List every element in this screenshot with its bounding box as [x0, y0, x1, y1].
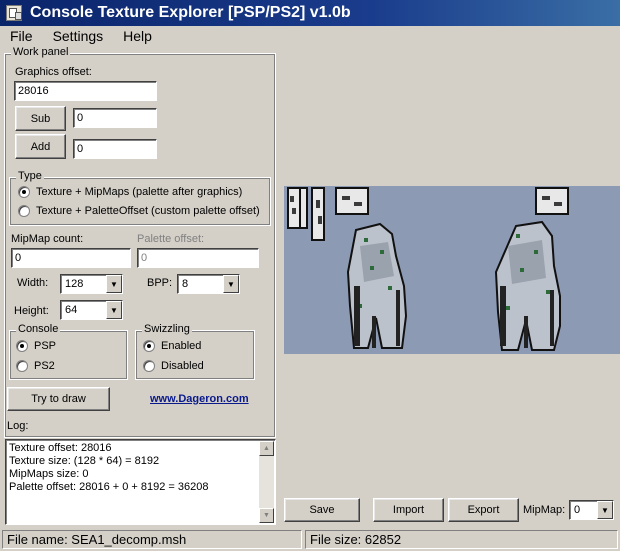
height-label: Height: [14, 305, 49, 317]
console-option-ps2-label: PS2 [34, 360, 55, 372]
add-button[interactable]: Add [15, 134, 66, 159]
type-option-palette-offset-label: Texture + PaletteOffset (custom palette … [36, 205, 260, 217]
menu-file[interactable]: File [0, 28, 43, 44]
mipmap-select[interactable]: 0 ▼ [569, 500, 614, 520]
work-panel-title: Work panel [11, 46, 71, 58]
radio-checked-icon[interactable] [18, 186, 30, 198]
log-line: MipMaps size: 0 [9, 468, 89, 480]
mipmap-select-label: MipMap: [523, 504, 566, 516]
swizzling-group-title: Swizzling [142, 323, 192, 335]
width-label: Width: [17, 277, 49, 289]
try-to-draw-button[interactable]: Try to draw [7, 387, 110, 411]
type-option-palette-offset[interactable]: Texture + PaletteOffset (custom palette … [18, 205, 260, 217]
add-value-input[interactable]: 0 [73, 139, 157, 159]
log-scrollbar[interactable]: ▲ ▼ [259, 441, 274, 523]
console-group: Console [9, 323, 128, 380]
import-button[interactable]: Import [373, 498, 444, 522]
save-button[interactable]: Save [284, 498, 360, 522]
radio-unchecked-icon[interactable] [143, 360, 155, 372]
console-option-psp-label: PSP [34, 340, 57, 352]
palette-offset-label: Palette offset: [137, 233, 205, 245]
app-window-icon[interactable] [6, 5, 22, 21]
type-option-mipmaps[interactable]: Texture + MipMaps (palette after graphic… [18, 186, 242, 198]
swizzling-option-enabled-label: Enabled [161, 340, 202, 352]
type-group-title: Type [16, 170, 44, 182]
bpp-label: BPP: [147, 277, 173, 289]
sub-button[interactable]: Sub [15, 106, 66, 131]
title-bar: Console Texture Explorer [PSP/PS2] v1.0b [0, 0, 620, 26]
chevron-down-icon[interactable]: ▼ [223, 275, 239, 293]
sub-value-input[interactable]: 0 [73, 108, 157, 128]
console-group-title: Console [16, 323, 61, 335]
palette-offset-input: 0 [137, 248, 259, 268]
mipmap-select-value: 0 [574, 504, 581, 516]
swizzling-option-enabled[interactable]: Enabled [143, 340, 201, 352]
texture-preview [284, 186, 620, 354]
arrow-up-icon[interactable]: ▲ [259, 441, 274, 456]
radio-checked-icon[interactable] [16, 340, 28, 352]
radio-unchecked-icon[interactable] [16, 360, 28, 372]
width-select[interactable]: 128 ▼ [60, 274, 123, 294]
type-group: Type [9, 170, 271, 226]
radio-unchecked-icon[interactable] [18, 205, 30, 217]
chevron-down-icon[interactable]: ▼ [597, 501, 613, 519]
menu-settings[interactable]: Settings [43, 28, 114, 44]
swizzling-group: Swizzling [135, 323, 255, 380]
height-select[interactable]: 64 ▼ [60, 300, 123, 320]
swizzling-option-disabled-label: Disabled [161, 360, 204, 372]
graphics-offset-label: Graphics offset: [15, 66, 92, 78]
window-title: Console Texture Explorer [PSP/PS2] v1.0b [30, 4, 351, 21]
bpp-select-value: 8 [182, 278, 189, 290]
chevron-down-icon[interactable]: ▼ [106, 275, 122, 293]
type-option-mipmaps-label: Texture + MipMaps (palette after graphic… [36, 186, 243, 198]
chevron-down-icon[interactable]: ▼ [106, 301, 122, 319]
console-option-psp[interactable]: PSP [16, 340, 56, 352]
log-box[interactable]: Texture offset: 28016 Texture size: (128… [5, 439, 276, 525]
log-line: Texture size: (128 * 64) = 8192 [9, 455, 160, 467]
export-button[interactable]: Export [448, 498, 519, 522]
console-option-ps2[interactable]: PS2 [16, 360, 55, 372]
log-line: Palette offset: 28016 + 0 + 8192 = 36208 [9, 481, 209, 493]
arrow-down-icon[interactable]: ▼ [259, 508, 274, 523]
mipmap-count-label: MipMap count: [11, 233, 84, 245]
menu-help[interactable]: Help [113, 28, 162, 44]
menu-bar: File Settings Help [0, 26, 620, 46]
bpp-select[interactable]: 8 ▼ [177, 274, 240, 294]
height-select-value: 64 [65, 304, 78, 316]
graphics-offset-input[interactable]: 28016 [14, 81, 157, 101]
log-line: Texture offset: 28016 [9, 442, 112, 454]
status-file-name: File name: SEA1_decomp.msh [2, 530, 302, 549]
mipmap-count-input[interactable]: 0 [11, 248, 131, 268]
swizzling-option-disabled[interactable]: Disabled [143, 360, 204, 372]
width-select-value: 128 [65, 278, 84, 290]
website-link[interactable]: www.Dageron.com [150, 393, 249, 405]
log-label: Log: [7, 420, 29, 432]
radio-checked-icon[interactable] [143, 340, 155, 352]
texture-image [284, 186, 620, 354]
status-file-size: File size: 62852 [305, 530, 618, 549]
